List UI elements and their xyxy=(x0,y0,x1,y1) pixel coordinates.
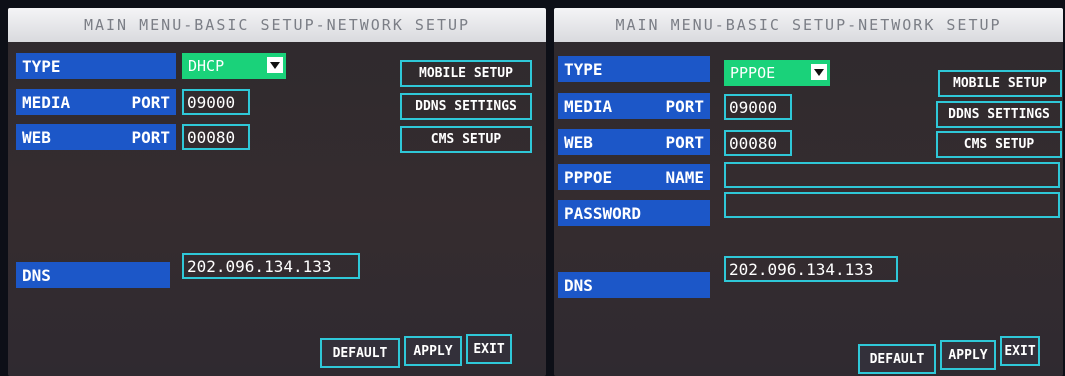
password-field[interactable] xyxy=(724,192,1060,218)
type-dropdown[interactable]: PPPOE xyxy=(724,60,830,86)
cms-setup-button[interactable]: CMS SETUP xyxy=(936,131,1062,158)
media-label-text: MEDIA xyxy=(564,96,613,116)
apply-button[interactable]: APPLY xyxy=(404,336,462,366)
dns-label: DNS xyxy=(558,272,710,298)
type-label: TYPE xyxy=(558,56,710,82)
web-port-label: WEB PORT xyxy=(16,124,176,150)
mobile-setup-button[interactable]: MOBILE SETUP xyxy=(400,60,532,87)
type-dropdown[interactable]: DHCP xyxy=(182,53,286,79)
chevron-down-icon[interactable] xyxy=(811,64,827,80)
password-label-text: PASSWORD xyxy=(564,203,642,223)
chevron-down-icon[interactable] xyxy=(267,57,283,73)
ddns-settings-button[interactable]: DDNS SETTINGS xyxy=(400,93,532,120)
ddns-settings-button[interactable]: DDNS SETTINGS xyxy=(936,101,1062,128)
exit-button[interactable]: EXIT xyxy=(466,334,512,364)
pppoe-label-text: PPPOE xyxy=(564,167,613,187)
default-button[interactable]: DEFAULT xyxy=(858,344,936,374)
pppoe-name-label: PPPOE NAME xyxy=(558,164,710,190)
media-port-label: MEDIA PORT xyxy=(558,93,710,119)
port-label-text: PORT xyxy=(131,92,170,112)
type-label-text: TYPE xyxy=(564,59,603,79)
port-label-text: PORT xyxy=(665,132,704,152)
media-port-field[interactable]: 09000 xyxy=(724,94,792,120)
type-dropdown-value: DHCP xyxy=(188,57,225,75)
default-button[interactable]: DEFAULT xyxy=(320,338,400,368)
network-setup-dhcp-screen: MAIN MENU-BASIC SETUP-NETWORK SETUP TYPE… xyxy=(8,8,546,376)
dns-field[interactable]: 202.096.134.133 xyxy=(724,256,898,282)
dns-field[interactable]: 202.096.134.133 xyxy=(182,253,360,279)
exit-button[interactable]: EXIT xyxy=(1000,336,1040,366)
apply-button[interactable]: APPLY xyxy=(940,340,996,370)
dns-label-text: DNS xyxy=(22,265,51,285)
network-setup-pppoe-screen: MAIN MENU-BASIC SETUP-NETWORK SETUP TYPE… xyxy=(554,8,1063,376)
menu-title: MAIN MENU-BASIC SETUP-NETWORK SETUP xyxy=(8,8,546,42)
dns-label: DNS xyxy=(16,262,170,288)
port-label-text: PORT xyxy=(665,96,704,116)
web-port-field[interactable]: 00080 xyxy=(182,124,250,150)
type-label-text: TYPE xyxy=(22,56,61,76)
menu-title: MAIN MENU-BASIC SETUP-NETWORK SETUP xyxy=(554,8,1063,42)
media-port-field[interactable]: 09000 xyxy=(182,89,250,115)
dns-label-text: DNS xyxy=(564,275,593,295)
web-port-label: WEB PORT xyxy=(558,129,710,155)
media-label-text: MEDIA xyxy=(22,92,71,112)
pppoe-name-field[interactable] xyxy=(724,162,1060,188)
type-dropdown-value: PPPOE xyxy=(730,64,776,82)
media-port-label: MEDIA PORT xyxy=(16,89,176,115)
name-label-text: NAME xyxy=(665,167,704,187)
port-label-text: PORT xyxy=(131,127,170,147)
mobile-setup-button[interactable]: MOBILE SETUP xyxy=(938,70,1062,97)
web-label-text: WEB xyxy=(22,127,51,147)
web-port-field[interactable]: 00080 xyxy=(724,130,792,156)
type-label: TYPE xyxy=(16,53,176,79)
web-label-text: WEB xyxy=(564,132,593,152)
password-label: PASSWORD xyxy=(558,200,710,226)
cms-setup-button[interactable]: CMS SETUP xyxy=(400,126,532,153)
